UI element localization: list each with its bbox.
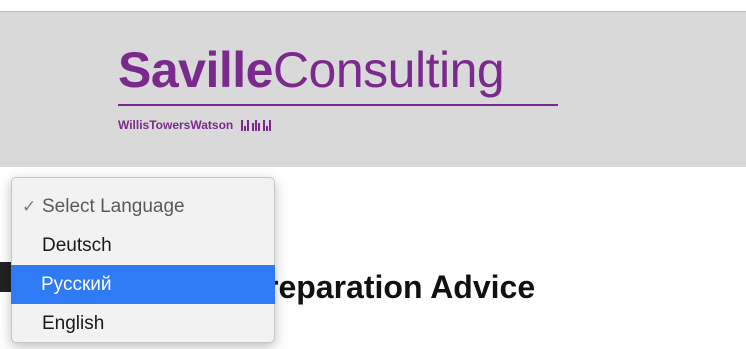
check-icon: ✓	[22, 197, 37, 216]
logo-subtitle-text: WillisTowersWatson	[118, 118, 234, 132]
site-header: SavilleConsulting WillisTowersWatson	[0, 12, 746, 167]
language-option-select[interactable]: ✓ Select Language	[12, 187, 274, 226]
logo-word-light: Consulting	[272, 42, 505, 98]
logo-word-bold: Saville	[118, 42, 273, 98]
logo-underline	[118, 104, 558, 106]
saville-consulting-logo[interactable]: SavilleConsulting WillisTowersWatson	[118, 42, 588, 132]
logo-subtitle: WillisTowersWatson	[118, 118, 588, 132]
language-option-russian[interactable]: Русский	[11, 265, 275, 304]
logo-wordmark: SavilleConsulting	[118, 42, 588, 98]
top-rule	[0, 0, 746, 12]
language-option-label: English	[42, 313, 105, 334]
language-option-label: Select Language	[42, 196, 185, 217]
language-option-label: Deutsch	[42, 235, 112, 256]
language-option-label: Русский	[41, 274, 112, 295]
language-dropdown[interactable]: ✓ Select Language Deutsch Русский Englis…	[11, 177, 275, 343]
page-heading: reparation Advice	[266, 269, 536, 305]
wtw-bars-icon	[241, 119, 272, 131]
language-option-english[interactable]: English	[12, 304, 274, 343]
language-option-deutsch[interactable]: Deutsch	[12, 226, 274, 265]
